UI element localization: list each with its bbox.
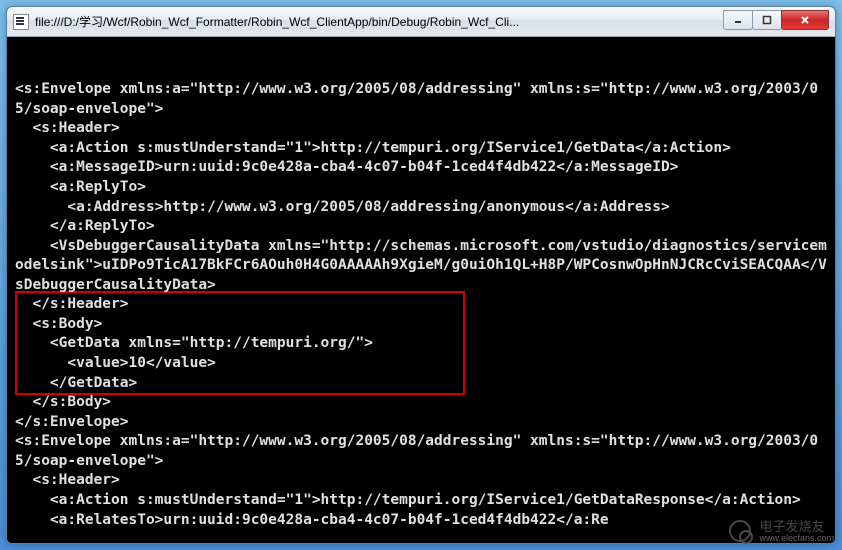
xml-line: <a:Action s:mustUnderstand="1">http://te… bbox=[15, 492, 801, 508]
xml-line: <VsDebuggerCausalityData xmlns="http://s… bbox=[15, 238, 827, 293]
xml-line: <a:RelatesTo>urn:uuid:9c0e428a-cba4-4c07… bbox=[15, 512, 609, 528]
xml-line: <GetData xmlns="http://tempuri.org/"> bbox=[15, 335, 373, 351]
xml-line: </GetData> bbox=[15, 375, 137, 391]
xml-line: </s:Header> bbox=[15, 296, 129, 312]
close-button[interactable] bbox=[781, 10, 829, 30]
xml-line: <s:Header> bbox=[15, 472, 120, 488]
maximize-button[interactable] bbox=[752, 10, 782, 30]
watermark: 电子发烧友 www.elecfans.com bbox=[729, 520, 834, 544]
app-icon bbox=[13, 14, 29, 30]
xml-line: <a:Action s:mustUnderstand="1">http://te… bbox=[15, 140, 731, 156]
xml-line: <s:Header> bbox=[15, 120, 120, 136]
window-title: file:///D:/学习/Wcf/Robin_Wcf_Formatter/Ro… bbox=[35, 13, 724, 30]
xml-line: <a:Address>http://www.w3.org/2005/08/add… bbox=[15, 199, 670, 215]
minimize-button[interactable] bbox=[723, 10, 753, 30]
maximize-icon bbox=[762, 15, 772, 25]
watermark-logo-icon bbox=[729, 520, 753, 544]
xml-line: <value>10</value> bbox=[15, 355, 216, 371]
xml-line: <s:Envelope xmlns:a="http://www.w3.org/2… bbox=[15, 433, 818, 469]
xml-line: <s:Body> bbox=[15, 316, 102, 332]
xml-line: <a:MessageID>urn:uuid:9c0e428a-cba4-4c07… bbox=[15, 159, 678, 175]
xml-line: <s:Envelope xmlns:a="http://www.w3.org/2… bbox=[15, 81, 818, 117]
minimize-icon bbox=[733, 15, 743, 25]
console-output[interactable]: <s:Envelope xmlns:a="http://www.w3.org/2… bbox=[7, 37, 835, 543]
titlebar[interactable]: file:///D:/学习/Wcf/Robin_Wcf_Formatter/Ro… bbox=[7, 7, 835, 37]
close-icon bbox=[800, 15, 810, 25]
xml-line: </s:Envelope> bbox=[15, 414, 129, 430]
watermark-url: www.elecfans.com bbox=[759, 534, 834, 544]
terminal-window: file:///D:/学习/Wcf/Robin_Wcf_Formatter/Ro… bbox=[6, 6, 836, 544]
xml-line: </a:ReplyTo> bbox=[15, 218, 155, 234]
xml-line: </s:Body> bbox=[15, 394, 111, 410]
window-controls bbox=[724, 10, 829, 30]
console-text: <s:Envelope xmlns:a="http://www.w3.org/2… bbox=[15, 80, 827, 530]
xml-line: <a:ReplyTo> bbox=[15, 179, 146, 195]
watermark-brand: 电子发烧友 bbox=[759, 520, 834, 534]
